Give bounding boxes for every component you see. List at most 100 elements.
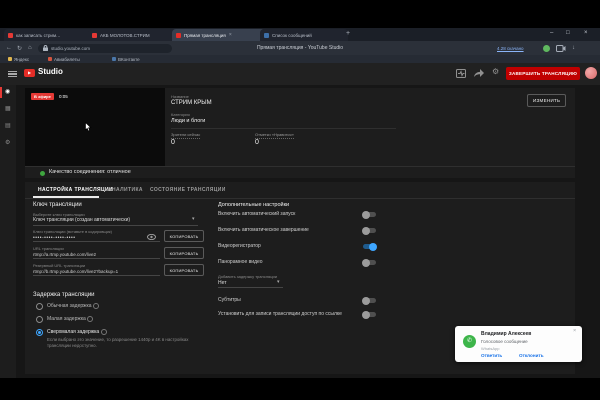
studio-header: ▶ Studio ⚙ ЗАВЕРШИТЬ ТРАНСЛЯЦИЮ [0, 63, 600, 86]
connection-quality-dot-icon [40, 171, 45, 176]
toast-message: Голосовое сообщение [481, 339, 528, 344]
share-icon[interactable] [474, 69, 484, 77]
edit-button[interactable]: ИЗМЕНИТЬ [527, 94, 566, 107]
sidebar-item-analytics-icon[interactable]: ▤ [5, 122, 11, 129]
sidebar-item-settings-icon[interactable]: ⚙ [5, 139, 10, 146]
info-icon[interactable] [87, 316, 93, 322]
viewers-label[interactable]: Зрители сейчас [171, 132, 200, 139]
viewers-value: 0 [171, 139, 175, 146]
browser-tab-2[interactable]: АКБ МОЛОТОВ.СТРИМ [88, 29, 178, 41]
window-minimize-button[interactable]: – [550, 30, 553, 36]
youtube-favicon-icon [92, 33, 97, 38]
stream-url-label: URL трансляции [33, 246, 64, 251]
bookmark-label: Яндекс [14, 57, 29, 62]
lock-icon [43, 45, 48, 51]
window-close-button[interactable]: × [584, 30, 588, 36]
radio-label: Малая задержка [47, 316, 86, 322]
info-icon[interactable] [101, 329, 107, 335]
browser-toolbar: ← ↻ ⌂ studio.youtube.com Прямая трансляц… [0, 41, 600, 55]
home-icon[interactable]: ⌂ [28, 45, 32, 51]
camera-icon[interactable] [556, 45, 566, 52]
extension-icon[interactable] [543, 45, 550, 52]
copy-url-button[interactable]: КОПИРОВАТЬ [164, 247, 204, 259]
end-stream-button[interactable]: ЗАВЕРШИТЬ ТРАНСЛЯЦИЮ [506, 67, 580, 80]
window-maximize-button[interactable]: □ [566, 30, 570, 36]
browser-tab-1[interactable]: как записать стрим… [4, 29, 94, 41]
captions-label: Субтитры [218, 297, 241, 303]
unlisted-recording-toggle[interactable] [363, 312, 376, 317]
captions-toggle[interactable] [363, 298, 376, 303]
info-divider [171, 128, 396, 129]
stream-video-preview: В эфире 0:05 [25, 88, 165, 166]
chevron-down-icon[interactable]: ▾ [192, 216, 195, 222]
browser-tab-label: как записать стрим… [16, 33, 61, 38]
toast-dismiss-button[interactable]: Отклонить [519, 353, 544, 358]
tab-stream-setup[interactable]: НАСТРОЙКА ТРАНСЛЯЦИИ [38, 187, 113, 193]
whatsapp-notification-toast[interactable]: ✆ Владимир Алексеев Голосовое сообщение … [455, 326, 582, 362]
address-url: studio.youtube.com [51, 46, 90, 51]
delay-dropdown-value[interactable]: Нет [218, 280, 227, 286]
auto-start-toggle[interactable] [363, 212, 376, 217]
info-icon[interactable] [93, 303, 99, 309]
toast-reply-button[interactable]: Ответить [481, 353, 502, 358]
toast-sender-name: Владимир Алексеев [481, 331, 531, 337]
dvr-toggle[interactable] [363, 244, 376, 249]
copy-key-button[interactable]: КОПИРОВАТЬ [164, 230, 204, 242]
chevron-down-icon[interactable]: ▾ [277, 279, 280, 285]
copy-backup-url-button[interactable]: КОПИРОВАТЬ [164, 264, 204, 276]
bookmark-item[interactable]: Яндекс [8, 57, 29, 62]
browser-tab-active[interactable]: Прямая трансляция × [172, 29, 266, 41]
toast-close-icon[interactable]: × [573, 328, 576, 334]
browser-tab-label: АКБ МОЛОТОВ.СТРИМ [100, 33, 150, 38]
download-indicator[interactable]: 4.28 скачано [497, 46, 524, 51]
stream-key-value: ••••-••••-••••-•••• [33, 235, 143, 241]
menu-hamburger-icon[interactable] [8, 71, 17, 77]
connection-quality-text: Качество соединения: отличное [49, 169, 131, 175]
stream-health-icon[interactable] [456, 69, 466, 78]
radio-normal-latency[interactable] [36, 303, 43, 310]
likes-label[interactable]: Отметки «Нравится» [255, 132, 294, 139]
unlisted-recording-label: Установить для записи трансляции доступ … [218, 311, 342, 317]
toggle-row-label: Включить автоматический запуск [218, 211, 295, 217]
delay-dropdown-label: Добавить задержку трансляции [218, 274, 277, 279]
bookmark-item[interactable]: ВКонтакте [112, 57, 140, 62]
radio-ultra-low-latency[interactable] [36, 329, 43, 336]
tab-close-icon[interactable]: × [229, 32, 232, 38]
tab-analytics[interactable]: АНАЛИТИКА [108, 187, 143, 193]
stream-key-field-label: Ключ трансляции (вставьте в кодировщик) [33, 229, 112, 234]
bookmark-label: Авиабилеты [54, 57, 80, 62]
window-title: Прямая трансляция - YouTube Studio [170, 45, 430, 51]
stream-key-header: Ключ трансляции [33, 202, 82, 208]
panoramic-video-toggle[interactable] [363, 260, 376, 265]
sidebar-item-manage-calendar-icon[interactable]: ▦ [5, 105, 11, 112]
stream-url-value: rtmp://a.rtmp.youtube.com/live2 [33, 252, 96, 257]
field-underline [33, 275, 160, 276]
mouse-cursor-icon [85, 122, 92, 132]
bookmark-item[interactable]: Авиабилеты [48, 57, 80, 62]
radio-low-latency[interactable] [36, 316, 43, 323]
show-key-eye-icon[interactable] [147, 234, 156, 240]
browser-tab-4[interactable]: Список сообщений [260, 29, 348, 41]
address-bar[interactable]: studio.youtube.com [38, 44, 172, 53]
browser-tab-label: Список сообщений [272, 33, 312, 38]
bookmark-label: ВКонтакте [118, 57, 140, 62]
auto-stop-toggle[interactable] [363, 228, 376, 233]
downloads-icon[interactable]: ↓ [572, 45, 575, 51]
settings-gear-icon[interactable]: ⚙ [492, 67, 499, 76]
studio-favicon-icon [176, 33, 181, 38]
avatar[interactable] [585, 67, 597, 79]
field-underline [218, 287, 283, 288]
refresh-icon[interactable]: ↻ [17, 45, 22, 52]
latency-hint-text: Если выбрано это значение, то разрешение… [47, 337, 197, 349]
card-divider [25, 166, 575, 167]
youtube-favicon-icon [8, 33, 13, 38]
sidebar-item-stream-broadcast-icon[interactable]: ◉ [5, 88, 10, 95]
stream-overview-card: В эфире 0:05 Название СТРИМ КРЫМ Категор… [25, 88, 575, 178]
field-underline [33, 241, 160, 242]
select-key-value[interactable]: Ключ трансляции (создан автоматически) [33, 217, 191, 223]
tab-stream-health[interactable]: СОСТОЯНИЕ ТРАНСЛЯЦИИ [150, 187, 226, 193]
new-tab-button[interactable]: + [346, 30, 350, 37]
backup-url-value: rtmp://b.rtmp.youtube.com/live2?backup=1 [33, 269, 118, 274]
active-rail-indicator [0, 87, 2, 98]
back-icon[interactable]: ← [6, 45, 12, 51]
